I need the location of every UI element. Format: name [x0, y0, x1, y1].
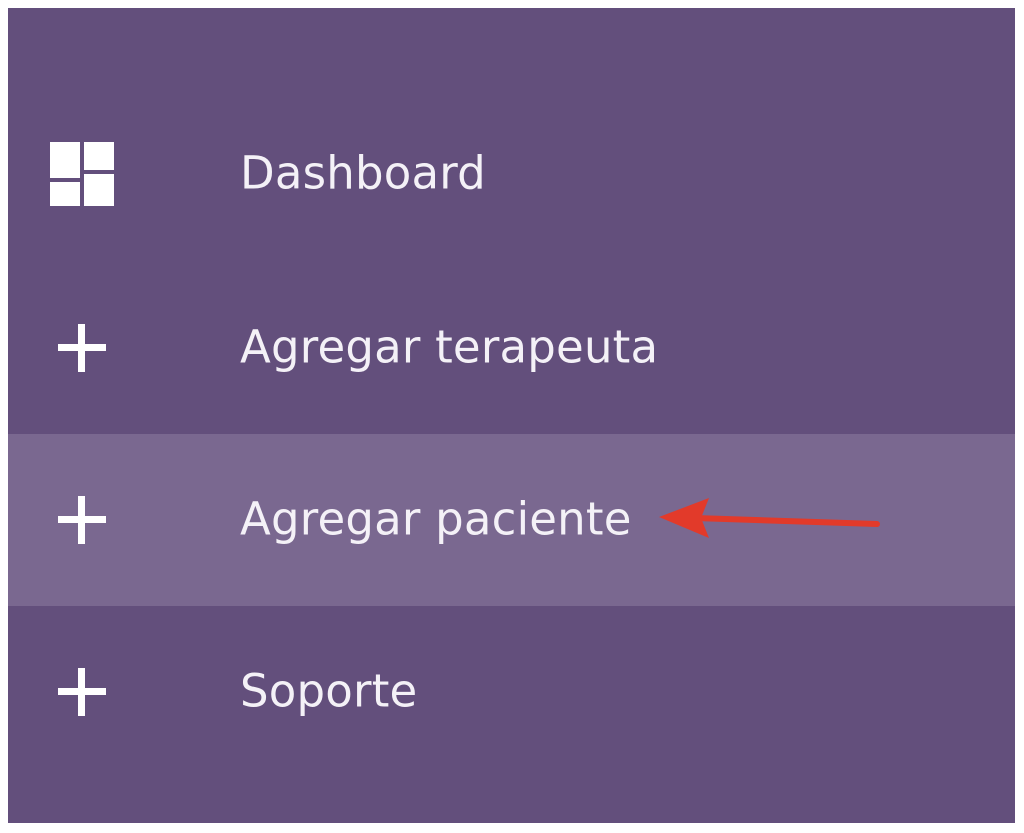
sidebar-item-label: Agregar paciente — [240, 492, 632, 546]
plus-icon — [48, 658, 116, 726]
plus-icon — [48, 314, 116, 382]
sidebar-nav: Dashboard Agregar terapeuta Agregar paci… — [8, 8, 1015, 823]
sidebar-item-label: Soporte — [240, 664, 418, 718]
plus-icon — [48, 486, 116, 554]
sidebar-item-label: Dashboard — [240, 146, 486, 200]
sidebar-item-soporte[interactable]: Soporte — [8, 606, 1015, 778]
sidebar-item-label: Agregar terapeuta — [240, 320, 659, 374]
sidebar-item-agregar-terapeuta[interactable]: Agregar terapeuta — [8, 262, 1015, 434]
dashboard-grid-icon — [48, 140, 116, 208]
annotation-arrow-icon — [659, 498, 880, 538]
sidebar-item-dashboard[interactable]: Dashboard — [8, 88, 1015, 260]
